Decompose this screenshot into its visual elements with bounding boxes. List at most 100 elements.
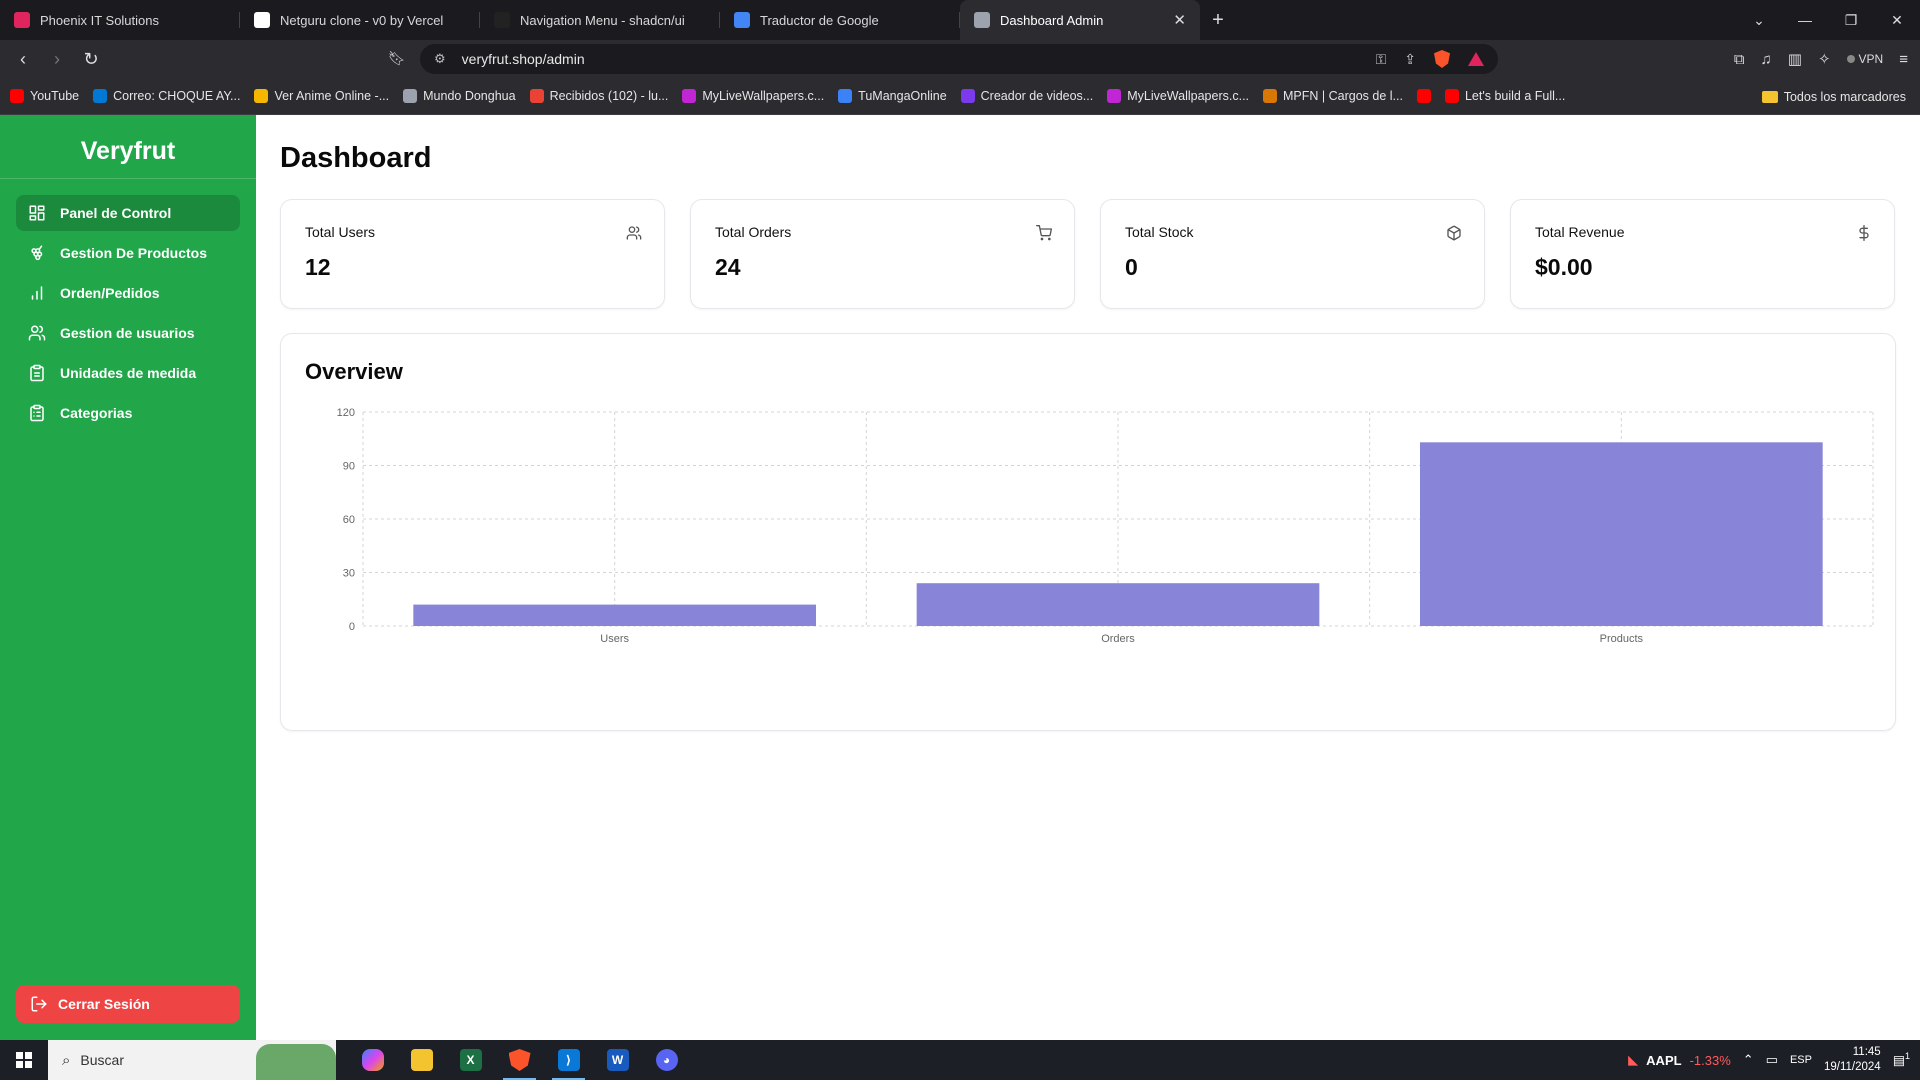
sidebar-item-categorias[interactable]: Categorias [16,395,240,431]
bookmark-item[interactable]: Recibidos (102) - lu... [529,89,669,103]
notification-icon[interactable]: ▤1 [1893,1051,1910,1068]
browser-tab[interactable]: Netguru clone - v0 by Vercel [240,0,480,40]
taskbar-file-explorer[interactable] [397,1040,446,1080]
vpn-button[interactable]: VPN [1846,52,1883,66]
sidebar-toggle-icon[interactable]: ▥ [1788,50,1802,68]
language-indicator[interactable]: ESP [1790,1054,1812,1066]
sidebar-item-unidades-de-medida[interactable]: Unidades de medida [16,355,240,391]
chart-bar [413,604,816,626]
media-icon[interactable]: ♫ [1761,51,1772,68]
network-icon[interactable]: ▭ [1766,1052,1778,1068]
overview-title: Overview [305,359,403,384]
stat-card-label: Total Revenue [1535,224,1625,240]
brave-rewards-icon[interactable] [1468,52,1484,66]
chevron-up-icon[interactable]: ⌃ [1743,1052,1754,1068]
share-icon[interactable]: ⇪ [1404,51,1416,68]
window-controls: ⌄ — ❐ ✕ [1736,0,1920,40]
bookmark-page-icon[interactable]: 🔖︎ [388,50,406,67]
tab-favicon-icon [494,12,510,28]
bookmark-item[interactable]: MyLiveWallpapers.c... [1107,89,1249,103]
bookmark-favicon-icon [403,89,418,103]
notification-count: 1 [1904,1051,1910,1062]
site-settings-icon[interactable]: ⚙︎ [434,51,446,67]
bookmark-item[interactable]: Ver Anime Online -... [254,89,389,103]
stat-card-label: Total Orders [715,224,792,240]
bookmark-item[interactable]: MyLiveWallpapers.c... [682,89,824,103]
clock[interactable]: 11:45 19/11/2024 [1824,1045,1881,1075]
taskbar-vscode[interactable]: ⟩ [544,1040,593,1080]
start-button[interactable] [0,1040,48,1080]
new-tab-button[interactable]: + [1200,9,1236,32]
bookmark-label: Creador de videos... [980,89,1094,103]
url-text[interactable]: veryfrut.shop/admin [462,51,1376,67]
brave-shields-icon[interactable] [1434,50,1450,68]
tab-strip: Phoenix IT Solutions Netguru clone - v0 b… [0,0,1200,40]
taskbar-copilot[interactable] [348,1040,397,1080]
close-tab-icon[interactable]: ✕ [1173,11,1186,29]
browser-tab[interactable]: Traductor de Google [720,0,960,40]
bookmark-label: Mundo Donghua [423,89,516,103]
url-bar[interactable]: ⚙︎ veryfrut.shop/admin ⚿ ⇪ [420,44,1498,74]
bookmark-item[interactable]: Correo: CHOQUE AY... [93,89,240,103]
stat-card-value: $0.00 [1535,254,1593,280]
bookmark-item[interactable]: MPFN | Cargos de l... [1263,89,1403,103]
menu-icon[interactable]: ≡ [1899,51,1908,68]
stat-card-value: 24 [715,254,741,280]
bookmark-favicon-icon [254,89,269,103]
taskbar-brave[interactable] [495,1040,544,1080]
bookmark-item[interactable]: Let's build a Full... [1444,89,1565,103]
package-icon [1447,225,1461,241]
extensions-icon[interactable]: ⧉ [1734,51,1745,68]
bookmarks-bar: YouTube Correo: CHOQUE AY... Ver Anime Onl… [0,78,1920,115]
forward-button[interactable]: › [42,44,72,74]
bookmark-label: MPFN | Cargos de l... [1283,89,1403,103]
taskbar-discord[interactable]: ◕ [642,1040,691,1080]
page-title: Dashboard [280,142,432,174]
logout-button[interactable]: Cerrar Sesión [16,985,240,1023]
stat-card: Total Users 12 [280,199,665,309]
browser-tab[interactable]: Phoenix IT Solutions [0,0,240,40]
sidebar-item-orden-pedidos[interactable]: Orden/Pedidos [16,275,240,311]
sidebar-item-label: Panel de Control [60,205,172,221]
stat-card: Total Revenue $0.00 [1510,199,1895,309]
restore-button[interactable]: ❐ [1828,0,1874,40]
taskbar-word[interactable]: W [593,1040,642,1080]
stat-card: Total Orders 24 [690,199,1075,309]
taskbar-search[interactable]: ⌕ Buscar [48,1040,336,1080]
word-icon: W [606,1049,629,1071]
sidebar-item-gestion-de-usuarios[interactable]: Gestion de usuarios [16,315,240,351]
bookmark-favicon-icon [1107,89,1122,103]
stat-cards: Total Users 12 Total Orders 24 Total Stock 0 T… [280,199,1896,309]
browser-tab[interactable]: Navigation Menu - shadcn/ui [480,0,720,40]
clipboard-list-icon [30,404,44,422]
y-tick-label: 60 [343,514,355,526]
all-bookmarks[interactable]: Todos los marcadores [1761,78,1906,115]
browser-tab[interactable]: Dashboard Admin ✕ [960,0,1200,40]
bookmark-item[interactable]: Creador de videos... [960,89,1094,103]
back-button[interactable]: ‹ [8,44,38,74]
bookmark-label: Recibidos (102) - lu... [549,89,669,103]
bookmark-item[interactable]: Mundo Donghua [403,89,516,103]
clock-time: 11:45 [1852,1046,1881,1058]
bookmark-favicon-icon [1444,89,1459,103]
password-key-icon[interactable]: ⚿ [1376,51,1387,68]
sidebar-item-gestion-de-productos[interactable]: Gestion De Productos [16,235,240,271]
bookmark-favicon-icon [1416,89,1431,103]
vscode-icon: ⟩ [557,1049,580,1071]
tab-title: Netguru clone - v0 by Vercel [280,12,444,28]
brand-logo[interactable]: Veryfrut [0,137,256,166]
layout-dashboard-icon [29,205,45,221]
minimize-button[interactable]: — [1782,0,1828,40]
reload-button[interactable]: ↻ [76,44,106,74]
taskbar-excel[interactable]: X [446,1040,495,1080]
bookmark-item[interactable]: TuMangaOnline [838,89,947,103]
chart-bar [916,583,1320,626]
leo-ai-icon[interactable]: ✧ [1818,50,1831,68]
stat-card-value: 0 [1125,254,1138,280]
bookmark-item[interactable] [1416,89,1431,103]
bookmark-item[interactable]: YouTube [10,89,79,103]
tab-search-icon[interactable]: ⌄ [1736,0,1782,40]
close-window-button[interactable]: ✕ [1874,0,1920,40]
stock-widget[interactable]: ◣ AAPL -1.33% [1628,1052,1731,1068]
sidebar-item-panel-de-control[interactable]: Panel de Control [16,195,240,231]
